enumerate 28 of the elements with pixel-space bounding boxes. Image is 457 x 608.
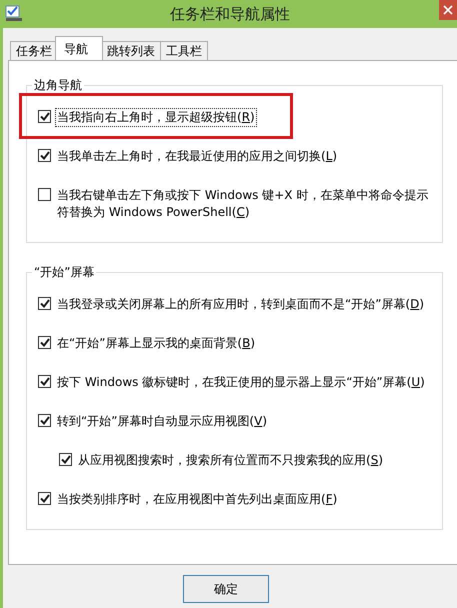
close-icon[interactable]	[439, 0, 457, 20]
option-label[interactable]: 当按类别排序时，在应用视图中首先列出桌面应用(F)	[55, 490, 340, 509]
group-title: 边角导航	[32, 77, 84, 93]
checkbox[interactable]	[38, 188, 51, 201]
option-label[interactable]: 当我单击左上角时，在我最近使用的应用之间切换(L)	[55, 147, 340, 166]
option-label[interactable]: 转到“开始”屏幕时自动显示应用视图(V)	[55, 412, 270, 431]
option-label[interactable]: 从应用视图搜索时，搜索所有位置而不只搜索我的应用(S)	[76, 451, 385, 470]
tab[interactable]: 导航	[55, 36, 103, 60]
option-label[interactable]: 当我右键单击左下角或按下 Windows 键+X 时，在菜单中将命令提示符替换为 Windows PowerShell(C)	[55, 186, 440, 222]
checkbox[interactable]	[38, 336, 51, 349]
checkbox[interactable]	[38, 149, 51, 162]
window-title: 任务栏和导航属性	[169, 4, 291, 24]
option-label[interactable]: 在“开始”屏幕上显示我的桌面背景(B)	[55, 334, 258, 353]
ok-button[interactable]: 确定	[183, 575, 269, 603]
option-label[interactable]: 按下 Windows 徽标键时，在我正使用的显示器上显示“开始”屏幕(U)	[55, 373, 427, 392]
tab[interactable]: 任务栏	[10, 41, 58, 60]
option-label[interactable]: 当我登录或关闭屏幕上的所有应用时，转到桌面而不是“开始”屏幕(D)	[55, 295, 426, 314]
app-icon	[5, 5, 23, 22]
option-label[interactable]: 当我指向右上角时，显示超级按钮(R)	[55, 108, 257, 127]
checkbox[interactable]	[38, 297, 51, 310]
checkbox[interactable]	[59, 453, 72, 466]
checkbox[interactable]	[38, 110, 51, 123]
tab[interactable]: 工具栏	[160, 41, 208, 60]
group-title: “开始”屏幕	[32, 264, 96, 280]
checkbox[interactable]	[38, 375, 51, 388]
checkbox[interactable]	[38, 414, 51, 427]
tab[interactable]: 跳转列表	[101, 41, 161, 60]
checkbox[interactable]	[38, 492, 51, 505]
